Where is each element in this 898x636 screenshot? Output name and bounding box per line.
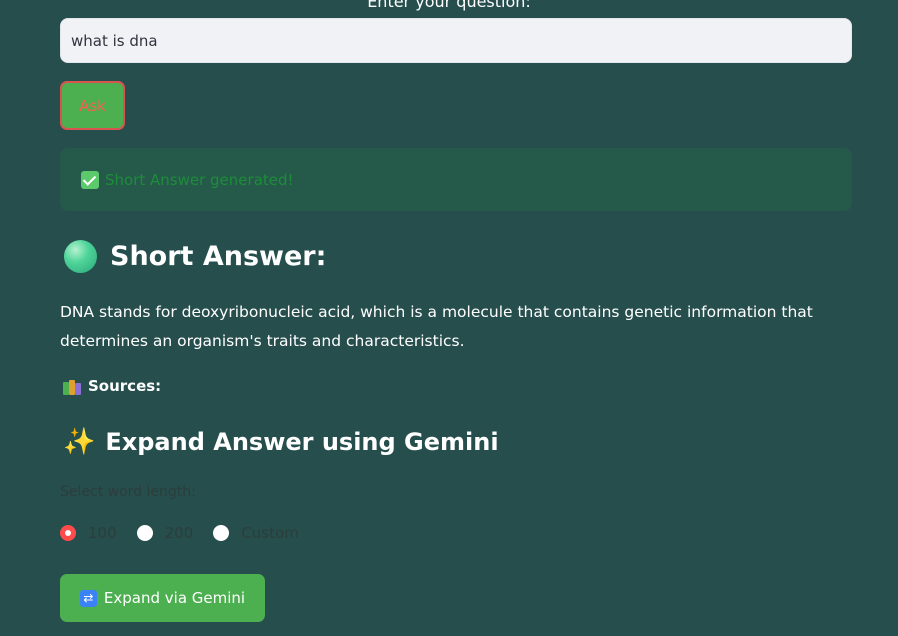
question-label: Enter your question:	[367, 0, 531, 11]
short-answer-text: DNA stands for deoxyribonucleic acid, wh…	[60, 303, 813, 350]
sources-section: Sources:	[63, 377, 161, 395]
radio-button[interactable]	[136, 525, 153, 541]
radio-label: 200	[164, 524, 194, 542]
refresh-icon: ⇄	[79, 589, 97, 607]
radio-option-custom[interactable]: Custom	[213, 524, 299, 542]
success-alert: Short Answer generated!	[60, 148, 852, 211]
sparkles-icon: ✨	[63, 427, 96, 457]
radio-label: Custom	[241, 524, 299, 542]
check-icon	[81, 170, 99, 189]
radio-button[interactable]	[213, 525, 230, 541]
expand-via-gemini-button[interactable]: ⇄ Expand via Gemini	[60, 574, 265, 622]
expand-heading: ✨ Expand Answer using Gemini	[63, 428, 499, 456]
expand-title: Expand Answer using Gemini	[105, 428, 499, 456]
books-icon	[63, 378, 82, 395]
expand-button-label: Expand via Gemini	[103, 589, 246, 607]
radio-option-100[interactable]: 100	[60, 524, 117, 542]
green-ball-icon	[64, 240, 97, 273]
question-input[interactable]	[60, 18, 852, 63]
word-length-radio-group: 100 200 Custom	[60, 524, 319, 542]
success-message: Short Answer generated!	[105, 170, 294, 189]
short-answer-heading: Short Answer:	[64, 240, 326, 273]
radio-label: 100	[88, 524, 117, 542]
ask-button[interactable]: Ask	[60, 81, 125, 130]
short-answer-title: Short Answer:	[110, 241, 327, 272]
app-page: Enter your question: Ask Short Answer ge…	[0, 0, 898, 636]
word-length-label: Select word length:	[60, 484, 196, 500]
radio-button-selected[interactable]	[60, 525, 76, 541]
radio-option-200[interactable]: 200	[136, 524, 194, 542]
sources-label: Sources:	[88, 377, 162, 395]
